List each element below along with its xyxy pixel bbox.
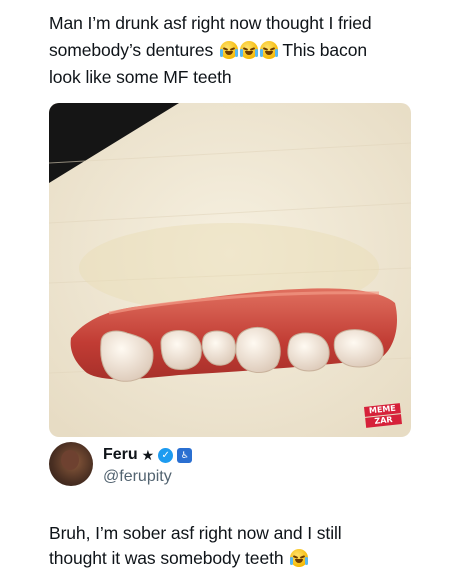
avatar[interactable] xyxy=(49,442,93,486)
accessibility-badge-icon: ♿ xyxy=(177,447,193,463)
author-handle[interactable]: @ferupity xyxy=(103,468,172,486)
reply-text-line-1: Bruh, I’m sober asf right now and I stil… xyxy=(49,523,342,543)
post-text-line-3: look like some MF teeth xyxy=(49,67,232,87)
post-text-line-2: somebody’s dentures This bacon xyxy=(49,37,419,64)
reply-text-line-2: thought it was somebody teeth xyxy=(49,546,429,571)
loudly-crying-face-icon xyxy=(259,41,278,59)
post-text: Man I’m drunk asf right now thought I fr… xyxy=(49,10,419,91)
post-photo[interactable]: MEME ZAR xyxy=(49,103,411,437)
post-text-line-2-end: This bacon xyxy=(282,40,367,60)
star-icon: ★ xyxy=(141,446,155,463)
post-text-line-2-start: somebody’s dentures xyxy=(49,40,214,60)
bacon-teeth-photo xyxy=(49,103,411,437)
loudly-crying-face-icon xyxy=(290,549,309,567)
reply-text-line-2-text: thought it was somebody teeth xyxy=(49,548,284,568)
verified-badge-icon: ✓ xyxy=(158,447,174,463)
memezar-watermark: MEME ZAR xyxy=(364,402,402,429)
author-name-row: Feru ★ ✓ ♿ xyxy=(103,446,193,464)
author-row[interactable]: Feru ★ ✓ ♿ @ferupity xyxy=(49,440,419,494)
author-name[interactable]: Feru xyxy=(103,446,138,464)
loudly-crying-face-icon xyxy=(219,41,238,59)
reply-text: Bruh, I’m sober asf right now and I stil… xyxy=(49,521,429,571)
post-text-line-1: Man I’m drunk asf right now thought I fr… xyxy=(49,13,372,33)
loudly-crying-face-icon xyxy=(239,41,258,59)
